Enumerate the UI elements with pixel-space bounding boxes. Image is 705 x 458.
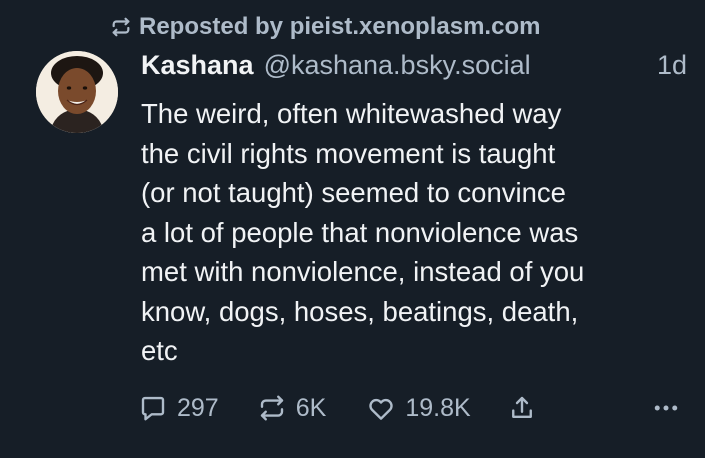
more-icon: [651, 393, 681, 423]
like-count: 19.8K: [405, 393, 471, 422]
more-options-button[interactable]: [651, 393, 681, 423]
like-button[interactable]: 19.8K: [366, 393, 471, 423]
author-name[interactable]: Kashana: [141, 50, 254, 81]
author-avatar[interactable]: [36, 51, 118, 133]
post-header: Kashana @kashana.bsky.social 1d: [141, 50, 687, 90]
reposted-by-label: Reposted by pieist.xenoplasm.com: [139, 13, 541, 40]
reposted-by-line[interactable]: Reposted by pieist.xenoplasm.com: [110, 13, 540, 41]
reply-icon: [138, 393, 168, 423]
post-text: The weird, often whitewashed way the civ…: [141, 98, 585, 366]
repost-icon: [257, 393, 287, 423]
share-button[interactable]: [507, 393, 537, 423]
share-icon: [507, 393, 537, 423]
repost-count: 6K: [295, 393, 327, 422]
repost-button[interactable]: 6K: [257, 393, 327, 423]
repost-icon: [110, 16, 132, 38]
post-timestamp[interactable]: 1d: [657, 50, 687, 81]
post-actions: 297 6K 19.8K: [138, 388, 681, 428]
reply-button[interactable]: 297: [138, 393, 219, 423]
author-handle[interactable]: @kashana.bsky.social: [264, 50, 531, 81]
heart-icon: [366, 393, 396, 423]
reply-count: 297: [177, 393, 219, 422]
